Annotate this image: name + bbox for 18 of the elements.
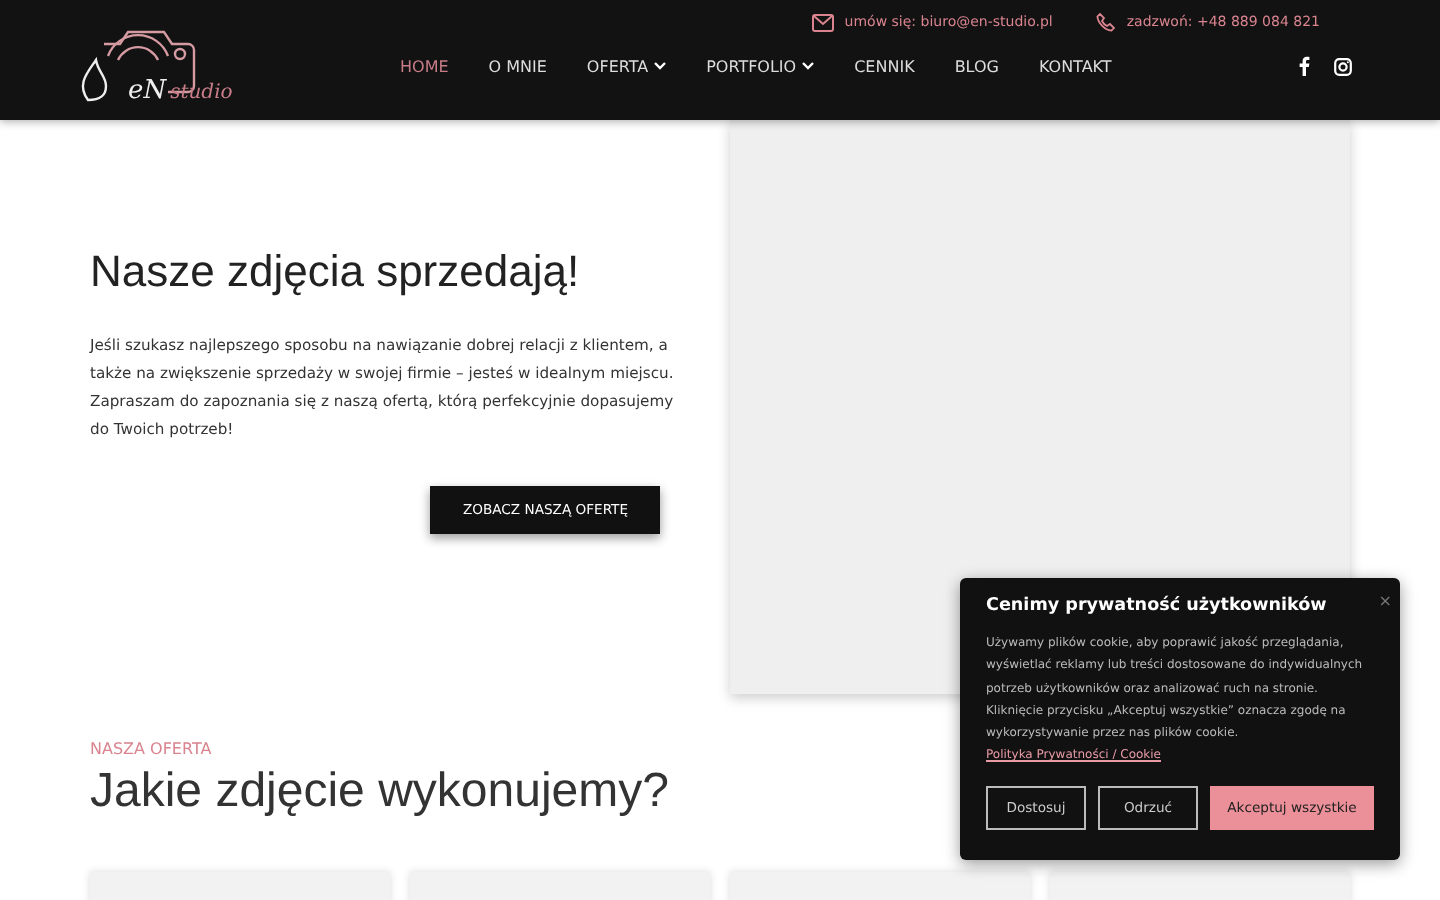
nav-link[interactable]: BLOG xyxy=(934,49,1019,83)
section-title: Jakie zdjęcie wykonujemy? xyxy=(90,764,669,820)
mail-icon xyxy=(812,13,835,31)
nav-link[interactable]: O MNIE xyxy=(468,49,567,83)
hero-title: Nasze zdjęcia sprzedają! xyxy=(90,246,582,298)
phone-icon xyxy=(1096,12,1117,32)
instagram-icon[interactable] xyxy=(1334,57,1352,75)
logo-text: studio xyxy=(170,84,233,104)
nav-link[interactable]: OFERTA xyxy=(566,49,687,83)
close-button[interactable]: × xyxy=(1378,578,1392,622)
nav-link[interactable]: CENNIK xyxy=(834,49,935,83)
nav-link[interactable]: PORTFOLIO xyxy=(686,49,835,83)
facebook-icon[interactable] xyxy=(1298,56,1310,76)
logo-text: eN xyxy=(128,78,167,104)
nav-link[interactable]: KONTAKT xyxy=(1018,49,1132,83)
cookie-title: Cenimy prywatność użytkowników xyxy=(986,596,1329,616)
nav-link[interactable]: HOME xyxy=(380,49,469,83)
section-eyebrow: NASZA OFERTA xyxy=(90,740,212,758)
